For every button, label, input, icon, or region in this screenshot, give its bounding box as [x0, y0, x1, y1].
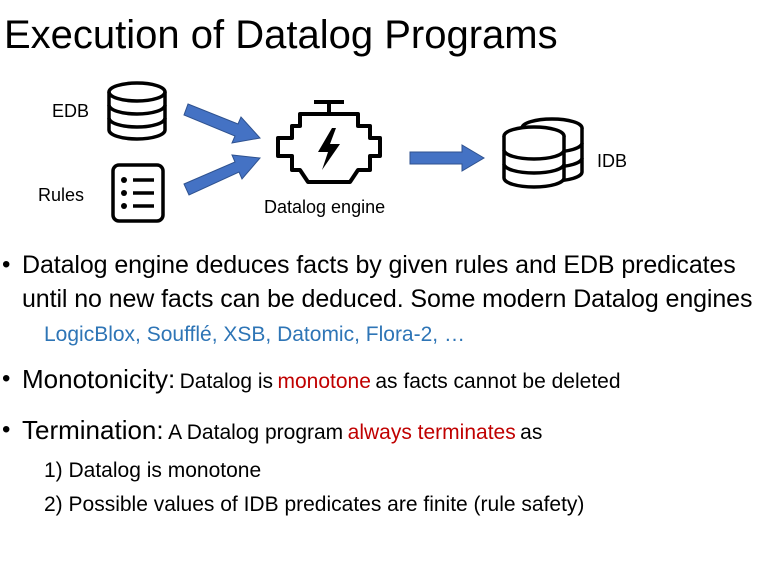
bullet-dot: • [2, 365, 11, 392]
termination-post: as [520, 421, 543, 444]
monotonicity-post: as facts cannot be deleted [375, 370, 621, 393]
database-stack-icon [502, 117, 584, 189]
engine-examples: LogicBlox, Soufflé, XSB, Datomic, Flora-… [44, 323, 465, 346]
bullet-engine: • Datalog engine deduces facts by given … [0, 248, 773, 316]
monotonicity-pre: Datalog is [179, 370, 274, 393]
termination-reason-2: 2) Possible values of IDB predicates are… [44, 493, 585, 516]
bullet-dot: • [2, 416, 11, 443]
edb-label: EDB [52, 101, 90, 121]
bullet-termination: • Termination: A Datalog program always … [0, 411, 773, 454]
bullet-engine-text: Datalog engine deduces facts by given ru… [22, 251, 753, 313]
idb-label: IDB [597, 151, 628, 171]
monotone-highlight: monotone [277, 370, 371, 393]
engine-label: Datalog engine [264, 197, 386, 217]
terminates-highlight: always terminates [347, 421, 516, 444]
rules-label: Rules [38, 185, 85, 205]
bullet-monotonicity: • Monotonicity: Datalog is monotone as f… [0, 360, 773, 403]
bullet-list: • Datalog engine deduces facts by given … [0, 248, 773, 522]
database-icon [107, 81, 167, 141]
arrow-to-idb [409, 144, 485, 172]
arrows-into-engine [183, 103, 261, 196]
bullet-dot: • [2, 251, 11, 278]
engine-icon [276, 100, 382, 184]
slide-title: Execution of Datalog Programs [4, 13, 558, 57]
monotonicity-heading: Monotonicity: [22, 364, 176, 394]
termination-heading: Termination: [22, 415, 164, 445]
termination-pre: A Datalog program [168, 421, 344, 444]
rules-list-icon [111, 163, 165, 223]
termination-reason-1: 1) Datalog is monotone [44, 459, 262, 482]
